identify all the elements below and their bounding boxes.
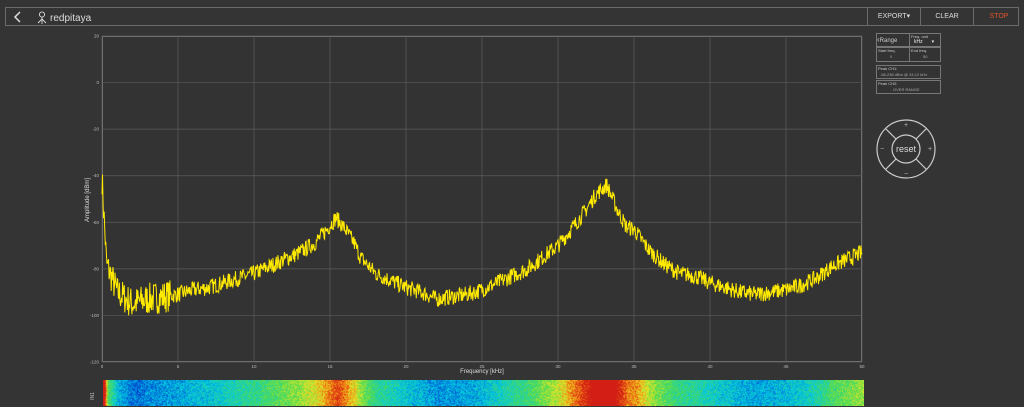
clear-button[interactable]: CLEAR (920, 7, 973, 26)
y-axis-label: Amplitude [dBm] (85, 177, 91, 223)
x-tick-label: 15 (327, 364, 333, 369)
reset-button[interactable]: reset (896, 144, 917, 154)
x-tick-label: 20 (403, 364, 409, 369)
peak-ch2-value: OVER RANGE (893, 87, 920, 92)
waterfall-display (103, 380, 864, 406)
y-tick-label: 20 (94, 34, 100, 39)
x-tick-label: 5 (177, 364, 180, 369)
x-tick-label: 50 (859, 364, 865, 369)
x-tick-label: 45 (783, 364, 789, 369)
end-freq-value: 50 (923, 54, 928, 59)
start-freq-field[interactable]: Start freq. 0 (877, 48, 910, 61)
x-tick-label: 0 (101, 364, 104, 369)
end-freq-label: End freq. (911, 48, 928, 53)
y-tick-label: -40 (92, 173, 99, 178)
range-panel: ‹Range Freq. unit kHz ▾ (876, 33, 941, 47)
y-tick-label: -100 (90, 313, 100, 318)
start-freq-value: 0 (890, 54, 893, 59)
range-back-button[interactable]: ‹Range (877, 34, 910, 46)
logo-text: redpitaya (50, 12, 92, 24)
peak-ch2-label: Peak CH2: (878, 81, 898, 86)
y-tick-label: -120 (90, 360, 100, 365)
range-back-label: Range (879, 38, 898, 44)
x-tick-label: 40 (707, 364, 713, 369)
y-tick-label: -60 (92, 220, 99, 225)
caret-down-icon: ▾ (931, 39, 935, 45)
x-tick-label: 35 (631, 364, 637, 369)
back-arrow-icon[interactable] (12, 11, 24, 23)
stop-button[interactable]: STOP (973, 7, 1024, 26)
waterfall-channel-label: IN1 (90, 392, 96, 400)
top-bar: redpitaya EXPORT▾ CLEAR STOP (5, 7, 1019, 26)
x-axis-label: Frequency [kHz] (460, 369, 504, 375)
zoom-out-y-button[interactable]: − (904, 171, 908, 178)
y-tick-label: 0 (96, 80, 99, 85)
y-tick-label: -80 (92, 266, 99, 271)
freq-unit-select[interactable]: kHz ▾ (914, 39, 934, 45)
freq-range-panel: Start freq. 0 End freq. 50 (876, 47, 941, 62)
redpitaya-logo-icon (37, 11, 47, 24)
start-freq-label: Start freq. (878, 48, 896, 53)
caret-down-icon: ▾ (906, 13, 911, 20)
zoom-out-x-button[interactable]: − (880, 146, 884, 153)
peak-ch1-label: Peak CH1: (878, 66, 898, 71)
zoom-in-x-button[interactable]: + (928, 146, 932, 153)
x-tick-label: 30 (555, 364, 561, 369)
end-freq-field[interactable]: End freq. 50 (910, 48, 941, 61)
spectrum-plot-frame[interactable] (102, 36, 862, 362)
export-button[interactable]: EXPORT▾ (867, 7, 920, 26)
export-label: EXPORT (877, 13, 907, 20)
y-tick-label: -20 (92, 127, 99, 132)
peak-ch1-panel: Peak CH1: -58,238 dBm @ 34,12 kHz (876, 65, 941, 79)
logo: redpitaya (37, 10, 91, 26)
x-tick-label: 10 (251, 364, 257, 369)
navigation-pad[interactable]: reset + + − − (875, 118, 937, 180)
peak-ch1-value: -58,238 dBm @ 34,12 kHz (880, 72, 928, 77)
peak-ch2-panel: Peak CH2: OVER RANGE (876, 80, 941, 94)
freq-unit-value: kHz (914, 39, 923, 45)
zoom-in-y-button[interactable]: + (904, 122, 908, 129)
